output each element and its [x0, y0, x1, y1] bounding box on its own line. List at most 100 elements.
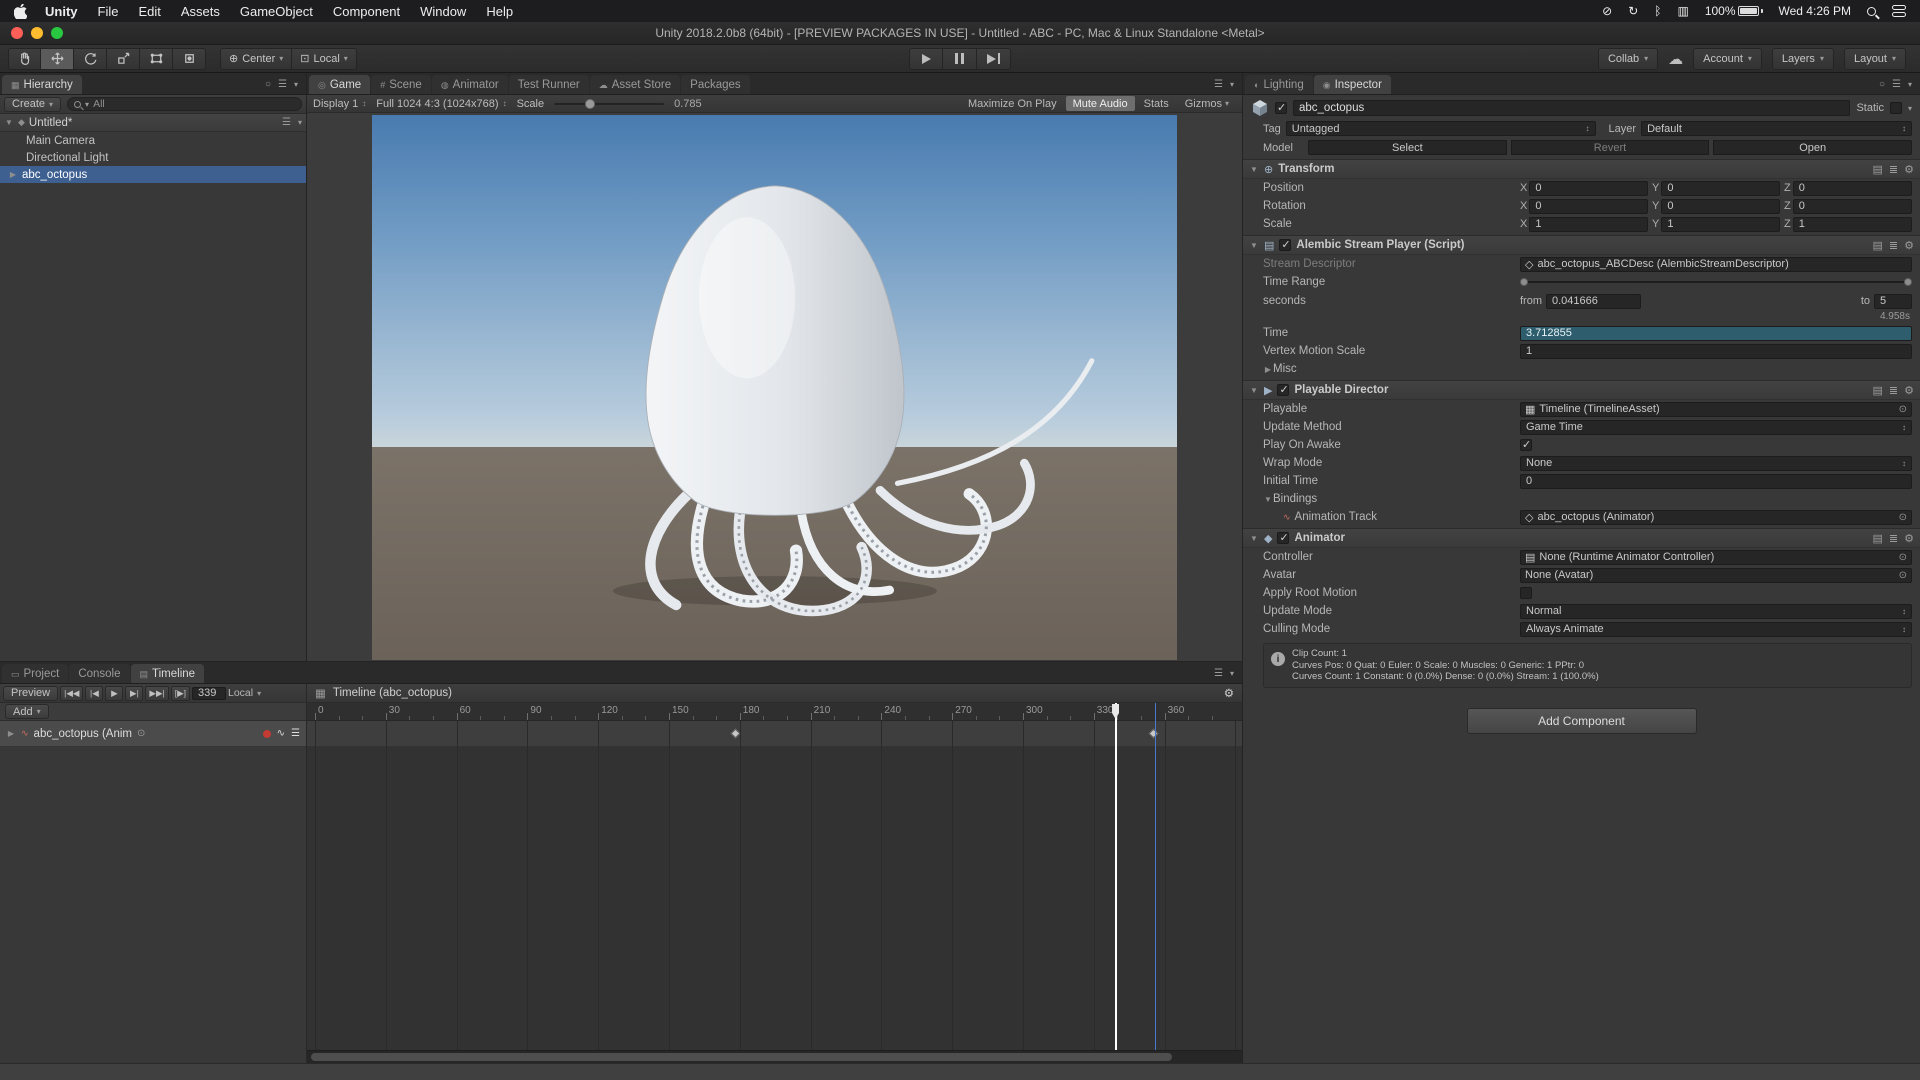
play-button[interactable] [909, 48, 943, 70]
panel-lock-icon[interactable]: ○ [1879, 79, 1885, 90]
hierarchy-item-main-camera[interactable]: Main Camera [0, 132, 306, 149]
timeline-settings-gear-icon[interactable]: ⚙ [1224, 686, 1234, 700]
component-gear-icon[interactable]: ⚙ [1904, 163, 1914, 176]
scale-y-field[interactable]: 1 [1661, 217, 1780, 232]
battery-indicator[interactable]: 100% [1705, 4, 1763, 18]
update-mode-dropdown[interactable]: Normal↕ [1520, 604, 1912, 619]
menu-window[interactable]: Window [410, 4, 476, 19]
director-enabled-checkbox[interactable] [1277, 384, 1289, 396]
aspect-dropdown[interactable]: Full 1024 4:3 (1024x768) ↕ [376, 98, 506, 110]
chevron-down-icon[interactable]: ▾ [1230, 80, 1234, 89]
gameobject-name-field[interactable]: abc_octopus [1293, 100, 1850, 116]
chevron-down-icon[interactable]: ▾ [1230, 669, 1234, 678]
tab-packages[interactable]: Packages [681, 75, 750, 94]
rect-tool-button[interactable] [140, 48, 173, 70]
component-presets-icon[interactable]: ≣ [1889, 239, 1898, 252]
component-gear-icon[interactable]: ⚙ [1904, 239, 1914, 252]
collab-dropdown[interactable]: Collab ▾ [1598, 48, 1658, 70]
add-component-button[interactable]: Add Component [1467, 708, 1697, 734]
tab-timeline[interactable]: ▤ Timeline [131, 664, 205, 683]
apple-menu-icon[interactable] [0, 4, 35, 19]
tab-hierarchy[interactable]: ▦ Hierarchy [2, 75, 82, 94]
preview-toggle-button[interactable]: Preview [3, 686, 58, 701]
position-x-field[interactable]: 0 [1529, 181, 1648, 196]
model-open-button[interactable]: Open [1713, 140, 1912, 155]
component-presets-icon[interactable]: ≣ [1889, 532, 1898, 545]
object-picker-icon[interactable]: ⊙ [1899, 512, 1907, 523]
gameobject-active-checkbox[interactable] [1275, 102, 1287, 114]
tab-console[interactable]: Console [69, 664, 129, 683]
step-button[interactable] [977, 48, 1011, 70]
tab-asset-store[interactable]: ☁ Asset Store [590, 75, 680, 94]
static-checkbox[interactable] [1890, 102, 1902, 114]
transform-component-header[interactable]: ▼ ⊕ Transform ▤ ≣ ⚙ [1243, 159, 1920, 179]
menu-help[interactable]: Help [476, 4, 523, 19]
component-foldout-icon[interactable]: ▼ [1249, 534, 1259, 543]
playable-object-field[interactable]: ▦ Timeline (TimelineAsset) ⊙ [1520, 402, 1912, 417]
mute-audio-button[interactable]: Mute Audio [1066, 96, 1135, 111]
seconds-to-field[interactable]: 5 [1874, 294, 1912, 309]
playable-director-header[interactable]: ▼ ▶ Playable Director ▤ ≣ ⚙ [1243, 380, 1920, 400]
component-gear-icon[interactable]: ⚙ [1904, 532, 1914, 545]
layers-dropdown[interactable]: Layers ▾ [1772, 48, 1834, 70]
apply-root-motion-checkbox[interactable] [1520, 587, 1532, 599]
create-button[interactable]: Create ▾ [4, 97, 61, 112]
animator-component-header[interactable]: ▼ ◆ Animator ▤ ≣ ⚙ [1243, 528, 1920, 548]
rotation-x-field[interactable]: 0 [1529, 199, 1648, 214]
menu-edit[interactable]: Edit [128, 4, 170, 19]
panel-menu-icon[interactable]: ☰ [278, 79, 287, 90]
culling-mode-dropdown[interactable]: Always Animate↕ [1520, 622, 1912, 637]
display-dropdown[interactable]: Display 1 ↕ [313, 98, 366, 110]
scale-z-field[interactable]: 1 [1793, 217, 1912, 232]
pause-button[interactable] [943, 48, 977, 70]
panel-lock-icon[interactable]: ○ [265, 79, 271, 90]
timeline-horizontal-scrollbar[interactable] [307, 1050, 1242, 1063]
current-frame-field[interactable]: 339 [192, 687, 226, 700]
menubar-app-name[interactable]: Unity [35, 4, 88, 19]
range-max-handle[interactable] [1904, 278, 1912, 286]
panel-menu-icon[interactable]: ☰ [1214, 79, 1223, 90]
alembic-component-header[interactable]: ▼ ▤ Alembic Stream Player (Script) ▤ ≣ ⚙ [1243, 235, 1920, 255]
menu-component[interactable]: Component [323, 4, 410, 19]
panel-menu-icon[interactable]: ☰ [1214, 668, 1223, 679]
bindings-foldout[interactable]: ▼ Bindings [1243, 490, 1920, 508]
timeline-ruler[interactable]: 0306090120150180210240270300330360 [307, 703, 1242, 721]
chevron-down-icon[interactable]: ▾ [1908, 80, 1912, 89]
rotation-z-field[interactable]: 0 [1793, 199, 1912, 214]
tab-test-runner[interactable]: Test Runner [509, 75, 589, 94]
component-gear-icon[interactable]: ⚙ [1904, 384, 1914, 397]
hierarchy-search-input[interactable]: ▾ All [67, 97, 302, 111]
model-revert-button[interactable]: Revert [1511, 140, 1710, 155]
animator-enabled-checkbox[interactable] [1277, 532, 1289, 544]
timeline-selector-icon[interactable]: ▦ [315, 686, 326, 700]
wrap-mode-dropdown[interactable]: None↕ [1520, 456, 1912, 471]
track-foldout-icon[interactable]: ▶ [6, 729, 16, 738]
tab-scene[interactable]: # Scene [371, 75, 431, 94]
component-foldout-icon[interactable]: ▼ [1249, 241, 1259, 250]
menubar-clock[interactable]: Wed 4:26 PM [1779, 4, 1851, 18]
stream-descriptor-field[interactable]: ◇ abc_octopus_ABCDesc (AlembicStreamDesc… [1520, 257, 1912, 272]
vertex-motion-scale-field[interactable]: 1 [1520, 344, 1912, 359]
tab-inspector[interactable]: ◉ Inspector [1314, 75, 1391, 94]
tab-game[interactable]: ◎ Game [309, 75, 370, 94]
keyframe-marker[interactable] [1148, 729, 1158, 739]
track-menu-icon[interactable]: ☰ [291, 728, 300, 739]
time-field[interactable]: 3.712855 [1520, 326, 1912, 341]
hand-tool-button[interactable] [8, 48, 41, 70]
seconds-from-field[interactable]: 0.041666 [1546, 294, 1641, 309]
panel-menu-icon[interactable]: ☰ [1892, 79, 1901, 90]
object-picker-icon[interactable]: ⊙ [1899, 552, 1907, 563]
layer-dropdown[interactable]: Default ↕ [1641, 121, 1912, 136]
bluetooth-icon[interactable]: ᛒ [1654, 4, 1661, 18]
stats-button[interactable]: Stats [1137, 96, 1176, 111]
spotlight-icon[interactable] [1867, 7, 1876, 16]
alembic-enabled-checkbox[interactable] [1279, 239, 1291, 251]
range-min-handle[interactable] [1520, 278, 1528, 286]
transform-tool-button[interactable] [173, 48, 206, 70]
control-center-icon[interactable] [1892, 5, 1906, 17]
item-foldout-icon[interactable]: ▶ [8, 170, 18, 179]
static-flags-chevron-icon[interactable]: ▾ [1908, 104, 1912, 113]
chevron-down-icon[interactable]: ▾ [294, 80, 298, 89]
rotate-tool-button[interactable] [74, 48, 107, 70]
menu-assets[interactable]: Assets [171, 4, 230, 19]
